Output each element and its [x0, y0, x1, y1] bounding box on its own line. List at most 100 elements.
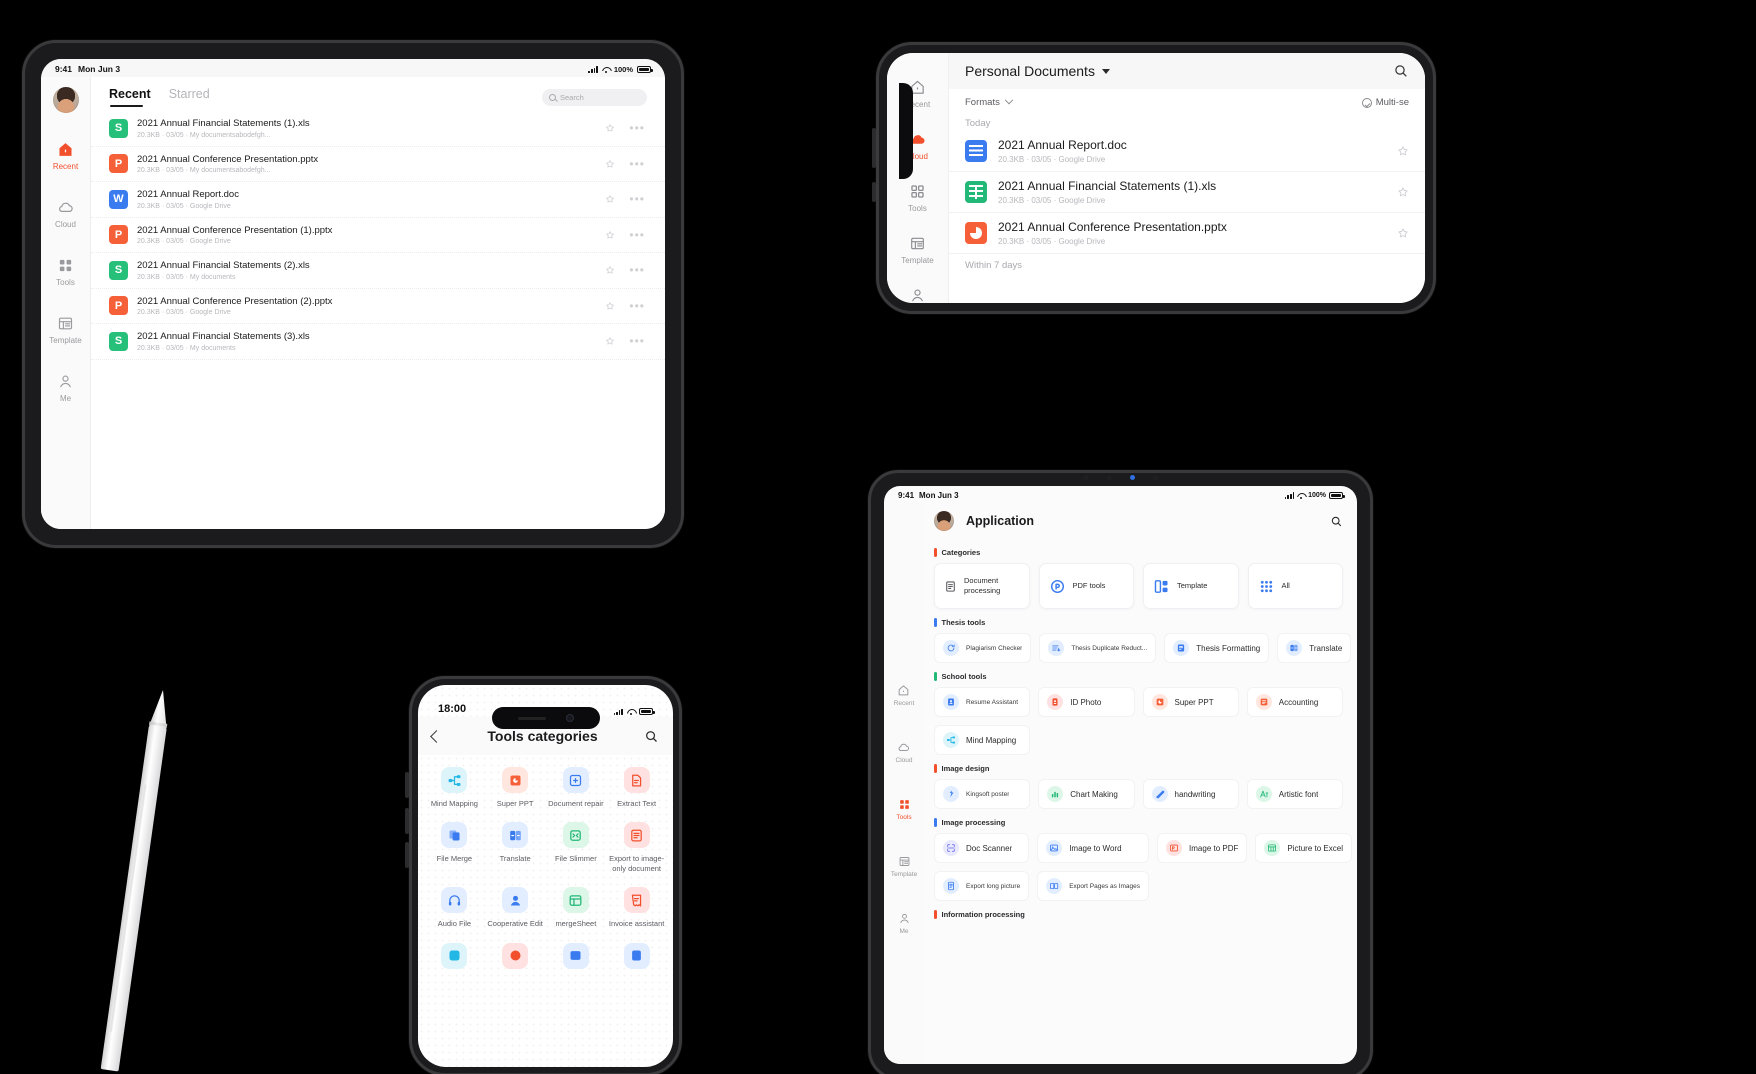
sidebar-item-template[interactable]: Template [887, 235, 948, 265]
list-item[interactable]: 2021 Annual Report.doc 20.3KB · 03/05 · G… [949, 131, 1425, 172]
star-icon[interactable] [1397, 186, 1409, 198]
avatar[interactable] [934, 511, 954, 531]
star-icon[interactable] [1397, 227, 1409, 239]
sidebar-rail: Recent Cloud Tools [884, 502, 924, 1064]
star-icon[interactable] [605, 301, 615, 311]
category-card[interactable]: PDF tools [1038, 563, 1134, 609]
sidebar-item-tools[interactable]: Tools [896, 798, 912, 821]
table-row[interactable]: S 2021 Annual Financial Statements (3).xl… [91, 324, 665, 360]
category-label: PDF tools [1072, 581, 1106, 591]
sidebar-item-recent[interactable]: Recent [887, 79, 948, 109]
multi-select-button[interactable]: Multi-se [1361, 97, 1409, 108]
tool-card[interactable]: Doc Scanner [934, 833, 1030, 863]
tool-card[interactable]: Super PPT [1142, 687, 1239, 717]
tool-item[interactable]: Cooperative Edit [485, 887, 546, 928]
tool-card[interactable]: Picture to Excel [1255, 833, 1352, 863]
tool-card[interactable]: Export long picture [934, 871, 1030, 901]
star-icon[interactable] [605, 123, 615, 133]
chevron-down-icon[interactable] [1101, 68, 1110, 74]
tool-card[interactable]: Kingsoft poster [934, 779, 1031, 809]
file-name: 2021 Annual Financial Statements (2).xls [137, 260, 310, 271]
tool-item[interactable]: mergeSheet [546, 887, 607, 928]
tool-card[interactable]: Image to PDF [1157, 833, 1248, 863]
mute-switch[interactable] [405, 772, 409, 798]
star-icon[interactable] [605, 336, 615, 346]
sidebar-item-me[interactable]: Me [41, 373, 90, 403]
star-icon[interactable] [605, 194, 615, 204]
volume-button[interactable] [872, 128, 876, 168]
handwriting-icon [1155, 790, 1164, 799]
star-icon[interactable] [605, 265, 615, 275]
tool-item[interactable]: Invoice assistant [606, 887, 667, 928]
tab-recent[interactable]: Recent [109, 87, 151, 107]
sidebar-item-cloud[interactable]: Cloud [41, 199, 90, 229]
star-icon[interactable] [605, 159, 615, 169]
tool-item[interactable]: Super PPT [485, 767, 546, 808]
ppt-icon [510, 775, 521, 785]
tool-item[interactable] [606, 942, 667, 975]
tool-card[interactable]: Thesis Formatting [1164, 633, 1270, 663]
sidebar-item-recent[interactable]: Recent [41, 141, 90, 171]
sidebar-item-tools[interactable]: Tools [887, 183, 948, 213]
tool-item[interactable]: File Merge [424, 822, 485, 873]
tool-item[interactable]: Mind Mapping [424, 767, 485, 808]
list-item[interactable]: 2021 Annual Conference Presentation.pptx… [949, 213, 1425, 254]
tool-card[interactable]: Translate [1277, 633, 1352, 663]
tab-starred[interactable]: Starred [169, 87, 210, 107]
tool-card[interactable]: Mind Mapping [934, 725, 1031, 755]
chevron-down-icon[interactable] [1004, 95, 1014, 104]
tool-groups: Categories Document processing PDF tools Te… [934, 548, 1352, 919]
iphone-content: Personal Documents Formats Multi-se Toda… [949, 53, 1425, 303]
tool-card[interactable]: Resume Assistant [934, 687, 1031, 717]
tool-card[interactable]: Chart Making [1038, 779, 1135, 809]
volume-down-button[interactable] [405, 842, 409, 868]
tool-item[interactable]: Audio File [424, 887, 485, 928]
category-card[interactable]: Document processing [934, 563, 1030, 609]
tool-item[interactable]: Translate [485, 822, 546, 873]
tool-item[interactable] [485, 942, 546, 975]
sidebar-item-cloud[interactable]: Cloud [896, 741, 912, 764]
tool-label: Resume Assistant [966, 698, 1019, 706]
search-button[interactable] [1330, 515, 1343, 528]
tool-card[interactable]: Image to Word [1037, 833, 1150, 863]
table-row[interactable]: P 2021 Annual Conference Presentation.ppt… [91, 147, 665, 182]
sidebar-item-template[interactable]: Template [891, 855, 917, 878]
tool-item[interactable]: Extract Text [606, 767, 667, 808]
sidebar-label: Me [59, 394, 72, 403]
formats-filter-label[interactable]: Formats [965, 97, 1000, 108]
tool-card[interactable]: Thesis Duplicate Reduct... [1039, 633, 1157, 663]
volume-up-button[interactable] [405, 808, 409, 834]
table-row[interactable]: W 2021 Annual Report.doc 20.3KB · 03/05 · … [91, 182, 665, 218]
search-button[interactable] [644, 729, 659, 744]
power-button[interactable] [872, 182, 876, 202]
tool-card[interactable]: Plagiarism Checker [934, 633, 1032, 663]
category-card[interactable]: All [1247, 563, 1343, 609]
tool-item[interactable]: Export to image-only document [606, 822, 667, 873]
table-row[interactable]: S 2021 Annual Financial Statements (1).xl… [91, 111, 665, 147]
tool-item[interactable] [424, 942, 485, 975]
tool-card[interactable]: Accounting [1246, 687, 1343, 717]
list-item[interactable]: 2021 Annual Financial Statements (1).xls… [949, 172, 1425, 213]
search-button[interactable] [1393, 63, 1409, 79]
search-input[interactable]: Search [542, 88, 647, 106]
sidebar-item-recent[interactable]: Recent [894, 684, 914, 707]
sidebar-item-cloud[interactable]: Cloud [887, 131, 948, 161]
iphone-device-tools: 18:00 Tools categories Mind Mapping Super… [405, 676, 682, 1074]
category-card[interactable]: Template [1143, 563, 1239, 609]
star-icon[interactable] [1397, 145, 1409, 157]
table-row[interactable]: P 2021 Annual Conference Presentation (2)… [91, 289, 665, 324]
table-row[interactable]: S 2021 Annual Financial Statements (2).xl… [91, 253, 665, 289]
tool-item[interactable]: Document repair [546, 767, 607, 808]
tool-card[interactable]: handwriting [1142, 779, 1239, 809]
sidebar-item-template[interactable]: Template [41, 315, 90, 345]
tool-card[interactable]: Artistic font [1246, 779, 1343, 809]
tool-item[interactable]: File Slimmer [546, 822, 607, 873]
tool-card[interactable]: Export Pages as Images [1037, 871, 1150, 901]
sidebar-item-tools[interactable]: Tools [41, 257, 90, 287]
star-icon[interactable] [605, 230, 615, 240]
sidebar-item-me[interactable]: Me [898, 912, 911, 935]
tool-item[interactable] [546, 942, 607, 975]
avatar[interactable] [52, 87, 79, 113]
tool-card[interactable]: ID Photo [1038, 687, 1135, 717]
table-row[interactable]: P 2021 Annual Conference Presentation (1)… [91, 218, 665, 253]
